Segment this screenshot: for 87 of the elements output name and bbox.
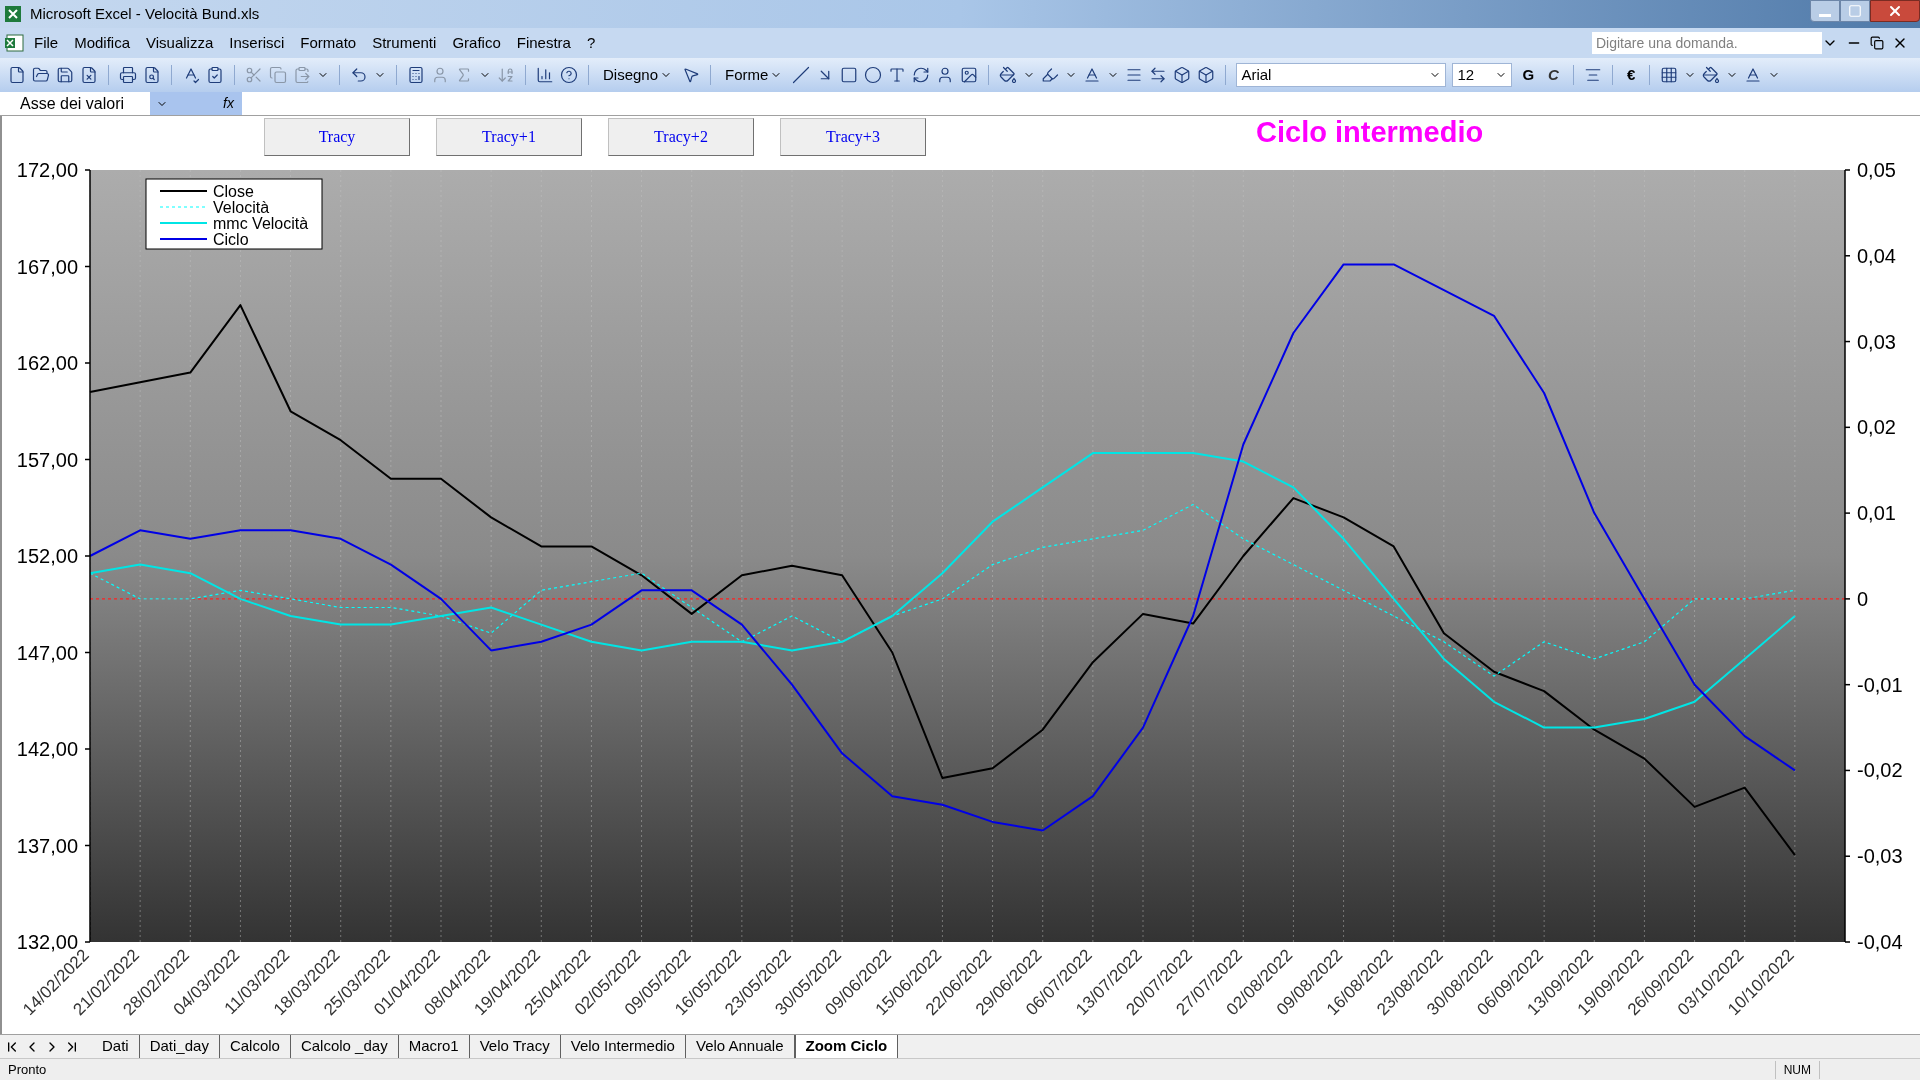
axis-tick-label: 142,00 <box>16 738 78 760</box>
menu-item[interactable]: Modifica <box>66 31 139 55</box>
chart-icon[interactable] <box>536 66 554 84</box>
oval-icon[interactable] <box>864 66 883 84</box>
fill-color-icon[interactable] <box>1702 66 1721 84</box>
maximize-icon <box>1848 4 1862 18</box>
calculator-icon[interactable] <box>407 66 425 84</box>
save-icon[interactable] <box>56 66 74 84</box>
macro-button[interactable]: Tracy+2 <box>608 118 754 156</box>
print-icon[interactable] <box>119 66 137 84</box>
menu-item[interactable]: ? <box>578 31 604 55</box>
axis-tick-label: 162,00 <box>16 352 78 374</box>
menu-item[interactable]: Formato <box>292 31 365 55</box>
menu-item[interactable]: Finestra <box>508 31 579 55</box>
open-folder-icon[interactable] <box>32 66 50 84</box>
undo-icon[interactable] <box>350 66 368 84</box>
name-box[interactable]: Asse dei valori <box>0 92 150 115</box>
bold-button[interactable]: G <box>1518 63 1539 87</box>
menu-item[interactable]: Grafico <box>444 31 509 55</box>
legend-line-sample <box>159 222 208 224</box>
maximize-button[interactable] <box>1840 0 1870 22</box>
shapes-menu[interactable]: Forme <box>721 63 787 87</box>
axis-tick-label: 0 <box>1857 587 1869 610</box>
axis-tick-label: 147,00 <box>16 641 78 664</box>
minimize-icon <box>1819 13 1831 17</box>
axis-tick-label: 0,05 <box>1857 159 1896 181</box>
macro-button[interactable]: Tracy+3 <box>780 118 926 156</box>
axis-tick-label: -0,02 <box>1857 759 1903 782</box>
axis-tick-label: 152,00 <box>16 545 78 567</box>
axis-tick-label: -0,03 <box>1857 845 1903 868</box>
text-box-icon[interactable] <box>888 66 907 84</box>
menu-item[interactable]: Strumenti <box>364 31 445 55</box>
picture-icon[interactable] <box>960 66 979 84</box>
axis-tick-label: 172,00 <box>16 159 78 181</box>
align-icon[interactable] <box>1583 66 1602 84</box>
line-color-icon[interactable] <box>1041 66 1060 84</box>
new-document-icon[interactable] <box>8 66 26 84</box>
axis-tick-label: 0,02 <box>1857 416 1896 439</box>
restore-icon[interactable] <box>1870 36 1884 50</box>
close-icon <box>1887 3 1903 19</box>
font-size-dropdown[interactable]: 12 <box>1452 63 1513 87</box>
italic-button[interactable]: C <box>1544 63 1563 87</box>
chart-title: Ciclo intermedio <box>1256 116 1484 150</box>
line-style-icon[interactable] <box>1125 66 1144 84</box>
legend-line-sample <box>159 206 208 208</box>
question-field[interactable]: Digitare una domanda. <box>1592 32 1822 54</box>
num-lock-indicator: NUM <box>1774 1060 1820 1079</box>
axis-tick-label: -0,01 <box>1857 673 1903 696</box>
menu-item[interactable]: Visualizza <box>138 31 222 55</box>
axis-tick-label: 157,00 <box>16 448 78 471</box>
name-box-dropdown[interactable]: fx <box>150 92 242 115</box>
menu-item[interactable]: File <box>26 31 67 55</box>
legend-line-sample <box>159 190 208 192</box>
arrow-style-icon[interactable] <box>1149 66 1168 84</box>
currency-button[interactable]: € <box>1622 63 1640 87</box>
axis-tick-label: 0,04 <box>1857 244 1896 267</box>
macro-button[interactable]: Tracy+1 <box>436 118 582 156</box>
sheet-tab[interactable]: Zoom Ciclo <box>794 1035 899 1058</box>
line-icon[interactable] <box>792 66 811 84</box>
axis-tick-label: 0,01 <box>1857 502 1896 525</box>
legend-label: Close <box>213 183 254 200</box>
pointer-icon[interactable] <box>682 66 701 84</box>
legend-label: mmc Velocità <box>213 215 309 232</box>
print-preview-icon[interactable] <box>143 66 161 84</box>
axis-tick-label: 137,00 <box>16 834 78 857</box>
axis-tick-label: 167,00 <box>16 255 78 278</box>
menu-item[interactable]: Inserisci <box>221 31 293 55</box>
font-dropdown[interactable]: Arial <box>1236 63 1447 87</box>
spreadsheet-logo-icon <box>4 5 22 23</box>
macro-button[interactable]: Tracy <box>264 118 410 156</box>
help-icon[interactable] <box>560 66 578 84</box>
status-text: Pronto <box>8 1060 47 1079</box>
three-d-icon[interactable] <box>1197 66 1216 84</box>
legend-label: Velocità <box>213 199 270 216</box>
fill-color-icon[interactable] <box>999 66 1018 84</box>
window-title: Microsoft Excel - Velocità Bund.xls <box>30 3 260 24</box>
draw-menu[interactable]: Disegno <box>599 63 677 87</box>
close-button[interactable] <box>1870 0 1920 22</box>
axis-tick-label: 0,03 <box>1857 330 1896 353</box>
spreadsheet-document-icon <box>4 32 26 54</box>
legend-label: Ciclo <box>213 231 249 248</box>
rectangle-icon[interactable] <box>840 66 859 84</box>
axis-tick-label: -0,04 <box>1857 931 1903 953</box>
borders-icon[interactable] <box>1660 66 1679 84</box>
function-label[interactable]: fx <box>223 93 234 114</box>
legend-line-sample <box>159 238 208 240</box>
minimize-button[interactable] <box>1810 0 1840 22</box>
